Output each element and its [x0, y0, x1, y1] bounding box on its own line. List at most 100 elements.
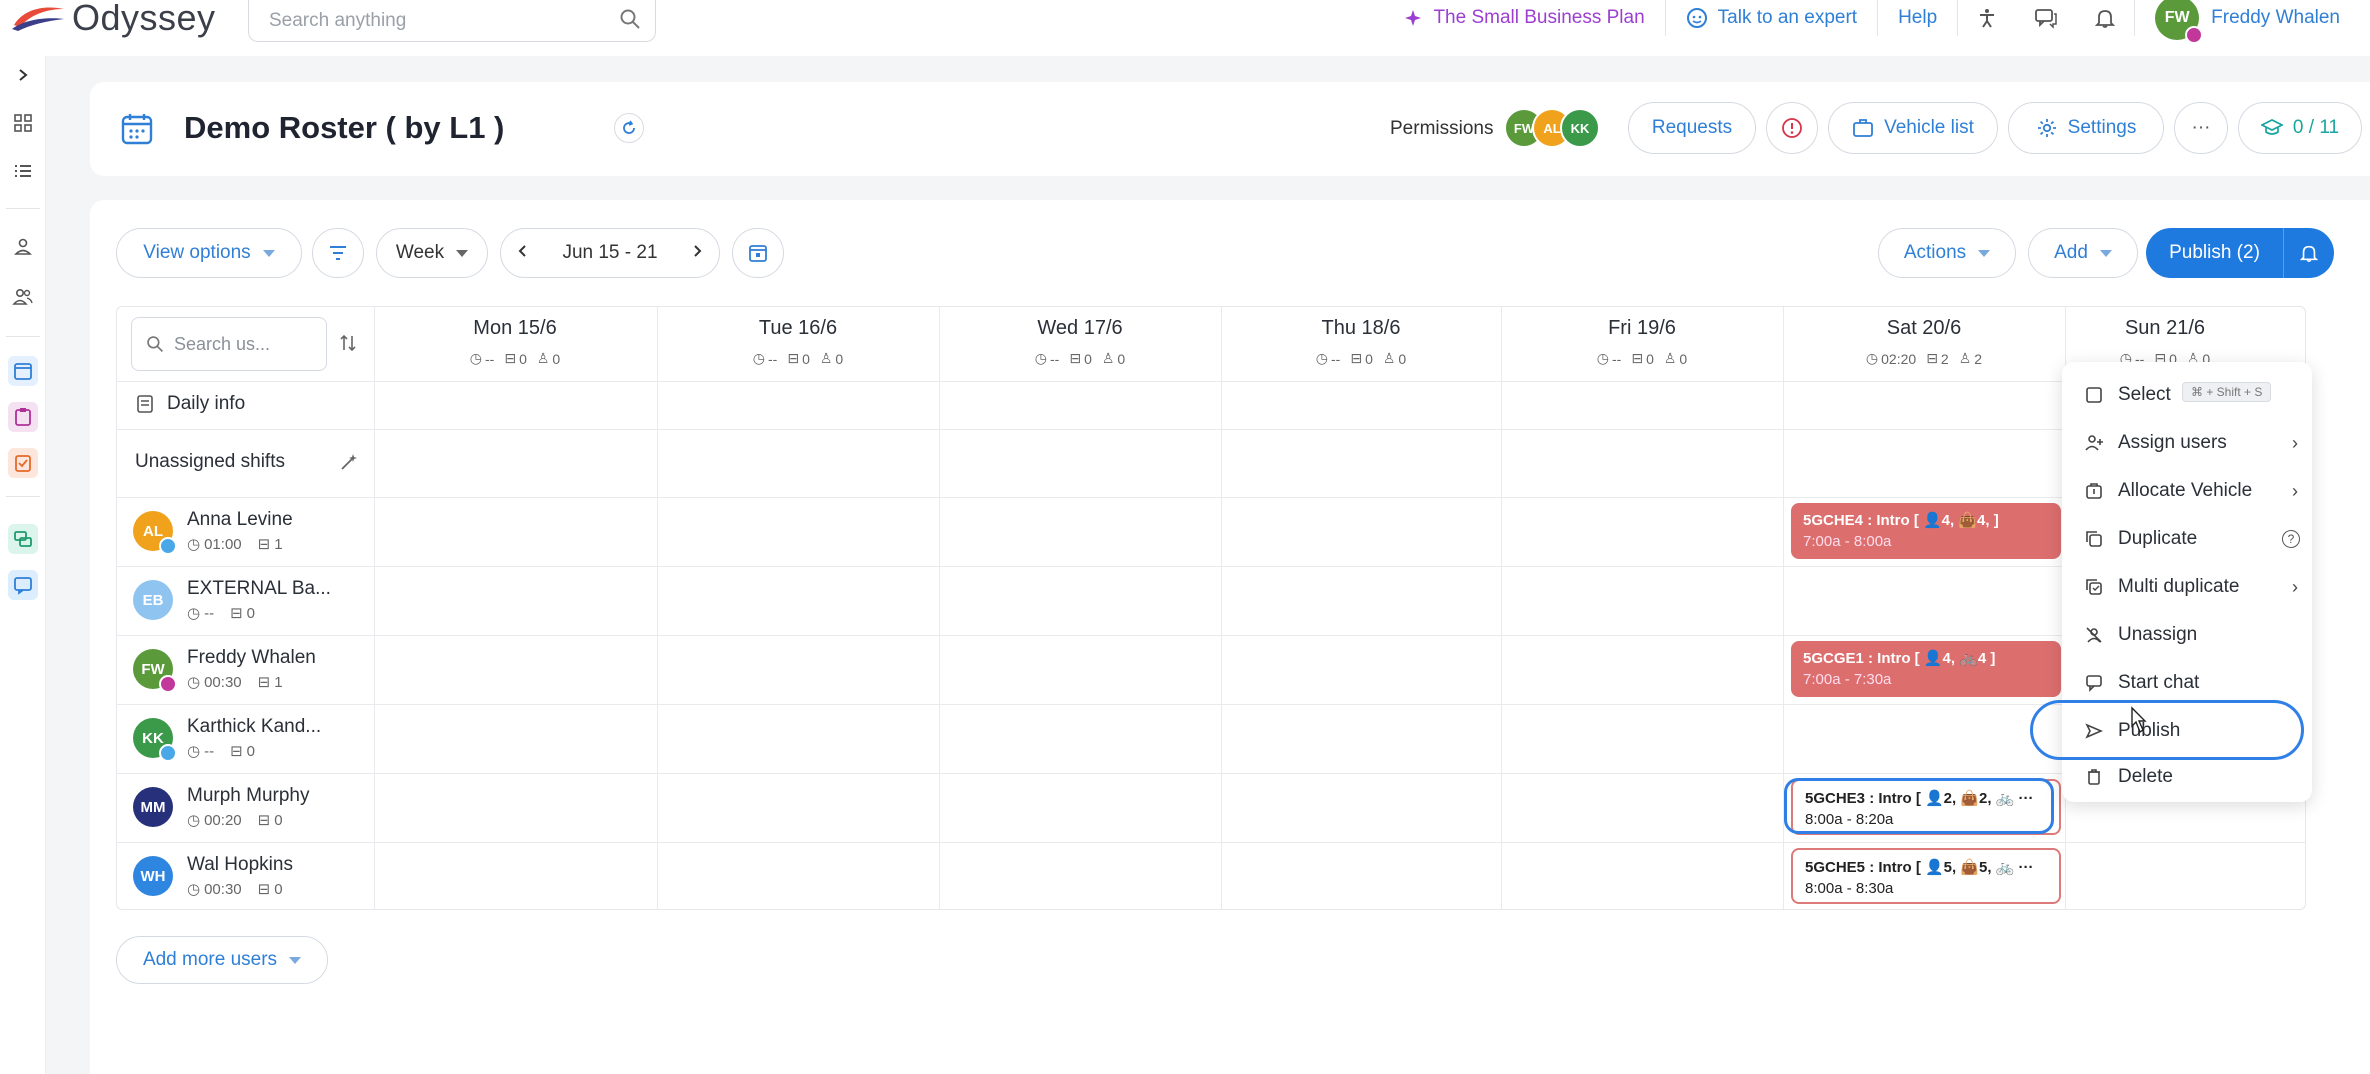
user-name: Murph Murphy	[187, 785, 310, 806]
shift-card[interactable]: 5GCHE4 : Intro [ 👤4, 👜4, ] 7:00a - 8:00a	[1791, 503, 2061, 559]
sidebar-item-tasks[interactable]	[8, 448, 38, 478]
view-options-dropdown[interactable]: View options	[116, 228, 302, 278]
day-users: 0	[1398, 350, 1407, 367]
date-range-navigator[interactable]: Jun 15 - 21	[500, 228, 720, 278]
menu-item-assign-users[interactable]: Assign users ›	[2082, 428, 2302, 458]
caret-down-icon	[1978, 249, 1991, 257]
shift-card[interactable]: 5GCHE5 : Intro [ 👤5, 👜5, 🚲 ··· 8:00a - 8…	[1791, 848, 2061, 904]
briefcase-icon	[1852, 118, 1874, 138]
magic-wand-icon[interactable]	[339, 452, 359, 472]
date-picker-button[interactable]	[732, 228, 784, 278]
menu-item-select[interactable]: Select ⌘ + Shift + S	[2082, 380, 2302, 410]
column-divider	[939, 307, 940, 909]
search-icon	[146, 335, 164, 353]
user-menu[interactable]: FW Freddy Whalen	[2134, 0, 2370, 44]
menu-item-delete[interactable]: Delete	[2082, 762, 2302, 792]
app-logo[interactable]: Odyssey	[10, 0, 216, 38]
help-icon[interactable]: ?	[2282, 530, 2300, 548]
user-row-wal-hopkins[interactable]: WH Wal Hopkins ◷ 00:30 ⊟ 0	[133, 854, 293, 898]
talk-to-expert-link[interactable]: Talk to an expert	[1666, 0, 1879, 36]
more-options-button[interactable]: ···	[2174, 102, 2228, 154]
user-name: Anna Levine	[187, 509, 293, 530]
filter-button[interactable]	[312, 228, 364, 278]
sidebar-item-list[interactable]	[8, 156, 38, 186]
sidebar-item-forms[interactable]	[8, 402, 38, 432]
date-range-label: Jun 15 - 21	[562, 242, 658, 263]
shift-card[interactable]: 5GCGE1 : Intro [ 👤4, 🚲4 ] 7:00a - 7:30a	[1791, 641, 2061, 697]
sort-icon	[340, 334, 356, 352]
user-name: Karthick Kand...	[187, 716, 322, 737]
message-icon	[14, 577, 32, 595]
sidebar-item-profile[interactable]	[8, 232, 38, 262]
small-business-plan-link[interactable]: The Small Business Plan	[1383, 0, 1666, 36]
onboarding-progress-button[interactable]: 0 / 11	[2238, 102, 2362, 154]
avatar: MM	[133, 787, 173, 827]
notifications-button[interactable]	[2076, 0, 2134, 36]
user-row-anna-levine[interactable]: AL Anna Levine ◷ 01:00 ⊟ 1	[133, 509, 293, 555]
daily-info-row[interactable]: Daily info	[135, 393, 245, 415]
sidebar-item-board[interactable]	[8, 524, 38, 554]
user-time: 00:30	[204, 673, 242, 691]
info-button[interactable]	[1766, 102, 1818, 154]
user-row-freddy-whalen[interactable]: FW Freddy Whalen ◷ 00:30 ⊟ 1	[133, 647, 316, 693]
day-header-mon: Mon 15/6 ◷ -- ⊟ 0 ♙ 0	[375, 317, 655, 367]
user-row-external[interactable]: EB EXTERNAL Ba... ◷ -- ⊟ 0	[133, 578, 331, 622]
calendar-icon	[749, 245, 767, 262]
settings-button[interactable]: Settings	[2008, 102, 2164, 154]
menu-item-multi-duplicate[interactable]: Multi duplicate ›	[2082, 572, 2302, 602]
user-name: Freddy Whalen	[2211, 7, 2340, 28]
publish-notify-button[interactable]	[2284, 228, 2334, 278]
sidebar-divider	[6, 496, 40, 497]
day-name: Mon 15/6	[473, 317, 557, 339]
clock-icon: ◷ --	[1034, 350, 1060, 367]
menu-item-allocate-vehicle[interactable]: Allocate Vehicle ›	[2082, 476, 2302, 506]
menu-item-duplicate[interactable]: Duplicate ?	[2082, 524, 2302, 554]
avatar-initials: AL	[1543, 120, 1561, 136]
actions-dropdown[interactable]: Actions	[1878, 228, 2016, 278]
user-search-input[interactable]: Search us...	[131, 317, 327, 371]
bell-icon	[2299, 245, 2319, 262]
help-link[interactable]: Help	[1878, 0, 1959, 36]
sidebar-item-users[interactable]	[8, 282, 38, 312]
shift-title: 5GCHE5 : Intro [ 👤5, 👜5, 🚲 ···	[1805, 859, 2034, 876]
chevron-right-icon	[19, 69, 28, 81]
requests-button[interactable]: Requests	[1628, 102, 1756, 154]
user-search-placeholder: Search us...	[174, 333, 271, 354]
prev-week-button[interactable]	[517, 242, 527, 264]
sidebar-item-dashboard[interactable]	[8, 108, 38, 138]
refresh-button[interactable]	[614, 113, 644, 143]
expand-sidebar-button[interactable]	[8, 60, 38, 90]
vehicle-list-button[interactable]: Vehicle list	[1828, 102, 1998, 154]
row-divider	[117, 381, 2305, 382]
day-name: Thu 18/6	[1321, 317, 1401, 339]
publish-button[interactable]: Publish (2)	[2146, 228, 2284, 278]
day-header-fri: Fri 19/6 ◷ -- ⊟ 0 ♙ 0	[1502, 317, 1782, 367]
week-dropdown[interactable]: Week	[376, 228, 488, 278]
permission-avatars[interactable]: FW AL KK	[1504, 108, 1600, 148]
add-more-users-button[interactable]: Add more users	[116, 936, 328, 984]
sort-button[interactable]	[339, 333, 357, 358]
chevron-left-icon	[518, 245, 526, 257]
next-week-button[interactable]	[693, 242, 703, 264]
user-row-karthick[interactable]: KK Karthick Kand... ◷ -- ⊟ 0	[133, 716, 322, 762]
caret-down-icon	[289, 956, 302, 964]
chat-button[interactable]	[2016, 0, 2076, 36]
menu-item-unassign[interactable]: Unassign	[2082, 620, 2302, 650]
avatar: KK	[133, 718, 177, 762]
progress-label: 0 / 11	[2292, 117, 2340, 138]
odyssey-logo-icon	[12, 7, 64, 31]
menu-item-start-chat[interactable]: Start chat	[2082, 668, 2302, 698]
user-avatar: FW	[2155, 0, 2204, 44]
plan-link-label: The Small Business Plan	[1433, 7, 1645, 28]
sidebar-divider	[6, 336, 40, 337]
permissions-label: Permissions	[1390, 118, 1494, 139]
row-divider	[117, 566, 2305, 567]
accessibility-button[interactable]	[1958, 0, 2016, 36]
copy-icon	[2082, 530, 2106, 548]
user-row-murph-murphy[interactable]: MM Murph Murphy ◷ 00:20 ⊟ 0	[133, 785, 310, 829]
day-header-sun: Sun 21/6 ◷ -- ⊟ 0 ♙ 0	[2025, 317, 2305, 367]
sidebar-item-messages[interactable]	[8, 570, 38, 600]
add-dropdown[interactable]: Add	[2028, 228, 2138, 278]
global-search-input[interactable]: Search anything	[248, 0, 656, 42]
sidebar-item-roster[interactable]	[8, 356, 38, 386]
